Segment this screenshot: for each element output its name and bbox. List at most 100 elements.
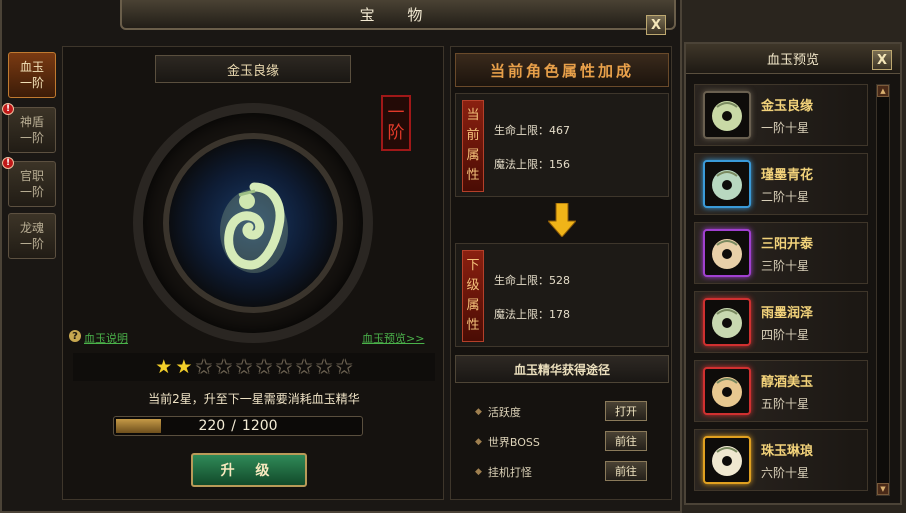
arrow-down-icon bbox=[548, 203, 576, 237]
obtain-row: ◆ 活跃度 bbox=[475, 404, 521, 420]
preview-item-name: 珠玉琳琅 bbox=[761, 444, 814, 459]
next-hp-stat: 生命上限：528 bbox=[494, 274, 570, 287]
side-tab-line1: 官职 bbox=[19, 169, 44, 183]
side-tab-line2: 一阶 bbox=[19, 185, 44, 199]
preview-item-tier: 一阶十星 bbox=[761, 121, 810, 135]
preview-item[interactable]: 雨墨润泽 四阶十星 bbox=[694, 291, 868, 353]
side-tab-line1: 血玉 bbox=[19, 60, 44, 74]
label-char: 级 bbox=[466, 278, 480, 293]
star-empty-icon: ★ bbox=[195, 355, 213, 378]
label-char: 属 bbox=[466, 298, 480, 313]
star-empty-icon: ★ bbox=[315, 355, 333, 378]
star-filled-icon: ★ bbox=[175, 355, 193, 378]
item-name: 金玉良缘 bbox=[155, 55, 351, 83]
star-empty-icon: ★ bbox=[255, 355, 273, 378]
essence-progress-bar: 220 / 1200 bbox=[113, 416, 363, 436]
bullet-icon: ◆ bbox=[475, 407, 482, 417]
preview-item-name: 瑾墨青花 bbox=[761, 168, 814, 183]
obtain-button[interactable]: 打开 bbox=[605, 401, 647, 421]
jade-pendant-icon bbox=[712, 101, 742, 131]
preview-item-name: 三阳开泰 bbox=[761, 237, 814, 252]
tier-badge: 一 阶 bbox=[381, 95, 411, 151]
preview-item-name: 醇酒美玉 bbox=[761, 375, 814, 390]
jade-pendant-icon bbox=[712, 170, 742, 200]
label-char: 属 bbox=[466, 148, 480, 163]
attributes-panel: 当前角色属性加成 当前属性 生命上限：467 魔法上限：156 下级属性 生命上… bbox=[450, 46, 672, 500]
obtain-label: 世界BOSS bbox=[487, 436, 540, 449]
scroll-down-icon[interactable]: ▼ bbox=[877, 483, 889, 495]
preview-item[interactable]: 醇酒美玉 五阶十星 bbox=[694, 360, 868, 422]
preview-item-name: 金玉良缘 bbox=[761, 99, 814, 114]
label-char: 当 bbox=[466, 108, 480, 123]
upgrade-cost-text: 当前2星，升至下一星需要消耗血玉精华 bbox=[148, 392, 360, 406]
jade-pendant-icon bbox=[712, 377, 742, 407]
preview-item[interactable]: 三阳开泰 三阶十星 bbox=[694, 222, 868, 284]
side-tab-0[interactable]: 血玉 一阶 bbox=[8, 52, 56, 98]
jade-preview-link[interactable]: 血玉预览>> bbox=[362, 330, 424, 346]
side-tab-3[interactable]: 龙魂 一阶 bbox=[8, 213, 56, 259]
preview-scrollbar[interactable]: ▲ ▼ bbox=[876, 84, 890, 496]
star-empty-icon: ★ bbox=[215, 355, 233, 378]
treasure-window: 宝 物 X 血玉 一阶 神盾 一阶! 官职 一阶! 龙魂 一阶 金玉良缘 一 阶 ? 血玉说明… bbox=[0, 0, 682, 513]
help-icon[interactable]: ? bbox=[69, 330, 81, 342]
preview-item[interactable]: 瑾墨青花 二阶十星 bbox=[694, 153, 868, 215]
star-filled-icon: ★ bbox=[155, 355, 173, 378]
bullet-icon: ◆ bbox=[475, 437, 482, 447]
jade-display-panel: 金玉良缘 一 阶 ? 血玉说明 血玉预览>> ★ ★ ★ ★ ★ ★ ★ ★ ★ ★ 当前2星，升… bbox=[62, 46, 444, 500]
preview-close-button[interactable]: X bbox=[872, 50, 892, 70]
obtain-button[interactable]: 前往 bbox=[605, 461, 647, 481]
close-button[interactable]: X bbox=[646, 15, 666, 35]
star-empty-icon: ★ bbox=[335, 355, 353, 378]
jade-help-link[interactable]: 血玉说明 bbox=[84, 330, 128, 346]
window-title: 宝 物 bbox=[359, 5, 437, 24]
jade-pendant-icon bbox=[220, 182, 288, 273]
preview-list: 金玉良缘一阶十星瑾墨青花二阶十星三阳开泰三阶十星雨墨润泽四阶十星醇酒美玉五阶十星… bbox=[694, 84, 868, 502]
progress-text: 220 / 1200 bbox=[114, 417, 362, 435]
star-empty-icon: ★ bbox=[275, 355, 293, 378]
obtain-row: ◆ 挂机打怪 bbox=[475, 464, 532, 480]
preview-item-name: 雨墨润泽 bbox=[761, 306, 814, 321]
alert-icon: ! bbox=[2, 103, 14, 115]
label-char: 性 bbox=[466, 168, 480, 183]
label-char: 前 bbox=[466, 128, 480, 143]
side-tab-line1: 龙魂 bbox=[19, 221, 44, 235]
upgrade-button[interactable]: 升 级 bbox=[191, 453, 307, 487]
jade-pendant-icon bbox=[712, 308, 742, 338]
side-tab-line2: 一阶 bbox=[19, 76, 44, 90]
tier-badge-line1: 一 bbox=[387, 103, 405, 123]
preview-title: 血玉预览 bbox=[686, 44, 900, 74]
current-attributes-label: 当前属性 bbox=[462, 100, 484, 192]
tier-badge-line2: 阶 bbox=[387, 123, 405, 143]
preview-item-tier: 三阶十星 bbox=[761, 259, 810, 273]
preview-item-tier: 四阶十星 bbox=[761, 328, 810, 342]
alert-icon: ! bbox=[2, 157, 14, 169]
jade-icon bbox=[703, 367, 751, 415]
next-mp-stat: 魔法上限：178 bbox=[494, 308, 570, 321]
progress-separator: / bbox=[231, 418, 236, 434]
progress-current: 220 bbox=[198, 418, 226, 434]
preview-item[interactable]: 珠玉琳琅 六阶十星 bbox=[694, 429, 868, 491]
preview-item[interactable]: 金玉良缘 一阶十星 bbox=[694, 84, 868, 146]
side-tab-1[interactable]: 神盾 一阶 bbox=[8, 107, 56, 153]
jade-pendant-icon bbox=[712, 239, 742, 269]
next-attributes-box: 下级属性 生命上限：528 魔法上限：178 bbox=[455, 243, 669, 347]
star-empty-icon: ★ bbox=[235, 355, 253, 378]
progress-max: 1200 bbox=[241, 418, 278, 434]
obtain-row: ◆ 世界BOSS bbox=[475, 434, 540, 450]
label-char: 下 bbox=[466, 258, 480, 273]
preview-item-tier: 二阶十星 bbox=[761, 190, 810, 204]
obtain-header: 血玉精华获得途径 bbox=[455, 355, 669, 383]
attributes-header: 当前角色属性加成 bbox=[455, 53, 669, 87]
jade-preview-window: 血玉预览 X 金玉良缘一阶十星瑾墨青花二阶十星三阳开泰三阶十星雨墨润泽四阶十星醇… bbox=[684, 42, 902, 505]
scroll-up-icon[interactable]: ▲ bbox=[877, 85, 889, 97]
preview-item-tier: 五阶十星 bbox=[761, 397, 810, 411]
obtain-label: 挂机打怪 bbox=[487, 466, 532, 479]
star-rating: ★ ★ ★ ★ ★ ★ ★ ★ ★ ★ bbox=[73, 353, 435, 381]
side-tab-line2: 一阶 bbox=[19, 237, 44, 251]
obtain-button[interactable]: 前往 bbox=[605, 431, 647, 451]
preview-item-tier: 六阶十星 bbox=[761, 466, 810, 480]
side-tab-line1: 神盾 bbox=[19, 115, 44, 129]
side-tab-2[interactable]: 官职 一阶 bbox=[8, 161, 56, 207]
jade-icon bbox=[703, 91, 751, 139]
next-attributes-label: 下级属性 bbox=[462, 250, 484, 342]
